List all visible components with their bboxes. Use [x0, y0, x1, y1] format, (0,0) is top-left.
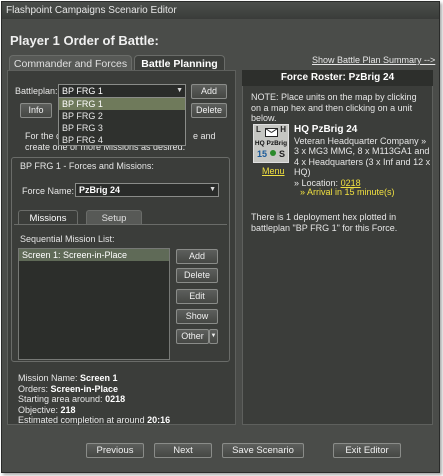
battleplan-select[interactable]: BP FRG 1 ▼: [58, 84, 186, 98]
mission-list-title: Sequential Mission List:: [20, 234, 115, 244]
battleplan-option[interactable]: BP FRG 4: [59, 134, 185, 146]
mission-summary: Mission Name: Screen 1 Orders: Screen-in…: [18, 373, 218, 425]
next-button[interactable]: Next: [154, 443, 212, 458]
instruction-text-start: For the c: [25, 131, 61, 141]
mission-list: Screen 1: Screen-in-Place: [18, 248, 170, 360]
delete-battleplan-button[interactable]: Delete: [191, 103, 227, 118]
battleplan-selected: BP FRG 1: [62, 86, 103, 96]
show-battle-plan-summary-link[interactable]: Show Battle Plan Summary -->: [312, 55, 435, 65]
status-dot-icon: [270, 150, 276, 156]
unit-info: HQ PzBrig 24 Veteran Headquarter Company…: [294, 124, 432, 188]
battleplan-option[interactable]: BP FRG 1: [59, 98, 185, 110]
unit-counter-icon[interactable]: L H HQ PzBrig 15 S: [253, 124, 289, 163]
battleplan-dropdown-list: BP FRG 1 BP FRG 2 BP FRG 3 BP FRG 4: [58, 97, 186, 146]
previous-button[interactable]: Previous: [86, 443, 144, 458]
mission-name-label: Mission Name:: [18, 373, 78, 383]
unit-counter-name: HQ PzBrig: [254, 140, 288, 147]
next-label: Next: [173, 445, 193, 456]
orders-value: Screen-in-Place: [50, 383, 119, 394]
chevron-down-icon: ▼: [209, 186, 216, 193]
force-roster-title: Force Roster: PzBrig 24: [242, 70, 433, 86]
save-scenario-button[interactable]: Save Scenario: [222, 443, 304, 458]
tab-missions[interactable]: Missions: [18, 210, 78, 225]
exit-label: Exit Editor: [345, 445, 389, 456]
unit-counter-number: 15: [257, 149, 268, 159]
placement-note: NOTE: Place units on the map by clicking…: [251, 92, 417, 123]
location-label: » Location:: [294, 177, 339, 188]
force-name-label: Force Name:: [22, 186, 75, 196]
unit-counter-status: S: [278, 149, 285, 159]
arrival-text: » Arrival in 15 minute(s): [300, 187, 395, 197]
hq-symbol-icon: [265, 128, 278, 137]
info-button[interactable]: Info: [20, 103, 52, 118]
instruction-text-end: e and: [193, 131, 216, 141]
unit-counter-corner-right: H: [280, 125, 286, 134]
show-mission-button[interactable]: Show: [176, 309, 218, 324]
battleplan-option[interactable]: BP FRG 2: [59, 110, 185, 122]
objective-label: Objective:: [18, 404, 59, 415]
exit-editor-button[interactable]: Exit Editor: [333, 443, 401, 458]
other-chevron-down-icon[interactable]: ▼: [209, 329, 218, 344]
objective-value: 218: [60, 404, 76, 415]
battleplan-option[interactable]: BP FRG 3: [59, 122, 185, 134]
unit-counter-corner-left: L: [256, 125, 261, 134]
page-title: Player 1 Order of Battle:: [10, 33, 159, 48]
unit-name: HQ PzBrig 24: [294, 124, 358, 135]
delete-mission-button[interactable]: Delete: [176, 268, 218, 283]
unit-description: Veteran Headquarter Company » 3 x MG3 MM…: [294, 135, 431, 178]
list-item[interactable]: Screen 1: Screen-in-Place: [19, 249, 169, 261]
unit-menu-link[interactable]: Menu: [262, 166, 285, 176]
other-button[interactable]: Other: [176, 329, 209, 344]
completion-value: 20:16: [147, 415, 171, 425]
location-link[interactable]: 0218: [341, 178, 361, 188]
subtab-divider: [14, 224, 227, 225]
add-battleplan-button[interactable]: Add: [191, 84, 227, 99]
window-title: Flashpoint Campaigns Scenario Editor: [2, 2, 439, 19]
start-area-value: 0218: [105, 394, 126, 404]
add-mission-button[interactable]: Add: [176, 249, 218, 264]
save-label: Save Scenario: [232, 445, 294, 456]
start-area-label: Starting area around:: [18, 394, 103, 404]
edit-mission-button[interactable]: Edit: [176, 289, 218, 304]
previous-label: Previous: [96, 445, 134, 456]
mission-name-value: Screen 1: [80, 373, 118, 383]
battleplan-label: Battleplan:: [15, 86, 58, 96]
forces-group-title: BP FRG 1 - Forces and Missions:: [18, 161, 156, 171]
deployment-note: There is 1 deployment hex plotted in bat…: [251, 212, 398, 233]
tab-setup[interactable]: Setup: [86, 210, 142, 225]
force-name-value: PzBrig 24: [79, 185, 121, 195]
chevron-down-icon: ▼: [176, 87, 183, 94]
completion-label: Estimated completion at around: [18, 415, 145, 425]
force-name-select[interactable]: PzBrig 24 ▼: [75, 183, 219, 197]
orders-label: Orders:: [18, 383, 49, 394]
